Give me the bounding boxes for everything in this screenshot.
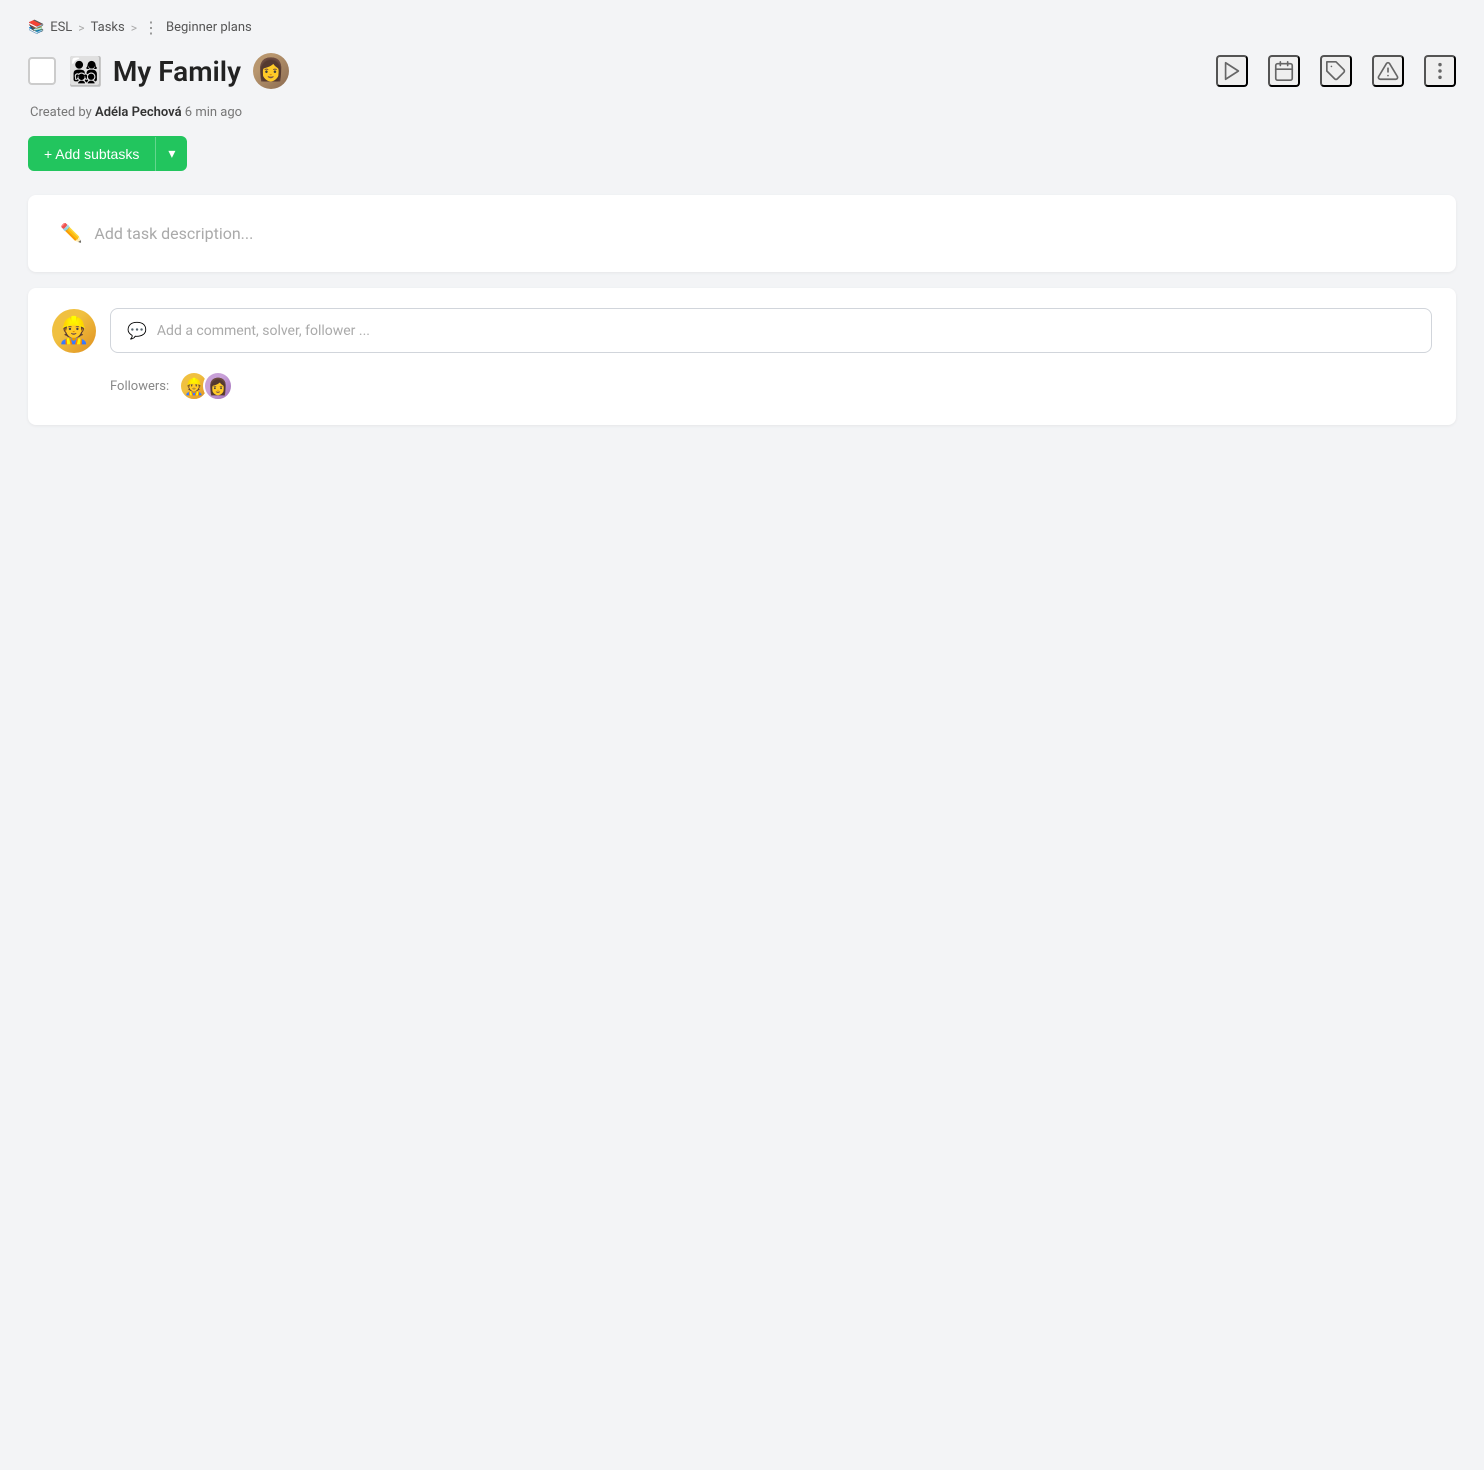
creator-name: Adéla Pechová: [95, 105, 182, 120]
page-name: Beginner plans: [166, 20, 252, 35]
calendar-button[interactable]: [1268, 55, 1300, 87]
add-subtasks-main: + Add subtasks: [28, 137, 156, 171]
comment-input-box[interactable]: 💬 Add a comment, solver, follower ...: [110, 308, 1432, 353]
followers-avatars: [179, 371, 233, 401]
breadcrumb-sep-1: >: [78, 21, 84, 35]
alert-icon: [1377, 60, 1399, 82]
assignee-avatar[interactable]: [253, 53, 289, 89]
breadcrumb-app[interactable]: 📚 ESL: [28, 20, 72, 35]
alert-button[interactable]: [1372, 55, 1404, 87]
header-right: [1216, 55, 1456, 87]
created-by-line: Created by Adéla Pechová 6 min ago: [28, 105, 1456, 120]
comment-icon: 💬: [127, 321, 147, 340]
add-subtasks-button[interactable]: + Add subtasks ▾: [28, 136, 187, 171]
comments-card: 💬 Add a comment, solver, follower ... Fo…: [28, 288, 1456, 425]
calendar-icon: [1273, 60, 1295, 82]
tag-icon: [1325, 60, 1347, 82]
add-subtasks-dropdown[interactable]: ▾: [156, 136, 187, 171]
created-by-prefix: Created by: [30, 105, 92, 120]
app-emoji: 📚: [28, 20, 44, 35]
follower-avatar-2[interactable]: [203, 371, 233, 401]
dropdown-arrow: ▾: [168, 145, 175, 162]
play-icon: [1221, 60, 1243, 82]
breadcrumb-tasks[interactable]: Tasks: [91, 20, 125, 35]
comment-placeholder-text: Add a comment, solver, follower ...: [157, 323, 370, 339]
description-card[interactable]: ✏️ Add task description...: [28, 195, 1456, 272]
play-button[interactable]: [1216, 55, 1248, 87]
task-complete-checkbox[interactable]: [28, 57, 56, 85]
followers-row: Followers:: [52, 371, 1432, 401]
more-options-button[interactable]: [1424, 55, 1456, 87]
tag-button[interactable]: [1320, 55, 1352, 87]
breadcrumb: 📚 ESL > Tasks > ⋮ Beginner plans: [0, 0, 1484, 49]
task-title-group: 👨‍👩‍👧‍👦 My Family: [68, 55, 241, 88]
main-container: 📚 ESL > Tasks > ⋮ Beginner plans 👨‍👩‍👧‍👦…: [0, 0, 1484, 1470]
followers-label: Followers:: [110, 379, 169, 394]
comment-input-row: 💬 Add a comment, solver, follower ...: [52, 308, 1432, 353]
more-dots-icon: [1429, 60, 1451, 82]
current-user-avatar: [52, 309, 96, 353]
task-title-text: My Family: [113, 55, 241, 88]
breadcrumb-page[interactable]: Beginner plans: [166, 20, 252, 35]
content-area: Created by Adéla Pechová 6 min ago + Add…: [0, 105, 1484, 425]
task-emoji: 👨‍👩‍👧‍👦: [68, 55, 103, 88]
header-left: 👨‍👩‍👧‍👦 My Family: [28, 53, 289, 89]
pencil-icon: ✏️: [60, 223, 82, 244]
breadcrumb-sep-2: >: [131, 21, 137, 35]
add-subtasks-label: + Add subtasks: [44, 146, 139, 162]
created-time: 6 min ago: [185, 105, 242, 120]
app-name: ESL: [50, 20, 72, 35]
description-placeholder-text: Add task description...: [94, 224, 253, 243]
breadcrumb-dots[interactable]: ⋮: [143, 18, 160, 37]
tasks-label: Tasks: [91, 20, 125, 35]
header-row: 👨‍👩‍👧‍👦 My Family: [0, 49, 1484, 105]
description-placeholder: ✏️ Add task description...: [60, 223, 1424, 244]
